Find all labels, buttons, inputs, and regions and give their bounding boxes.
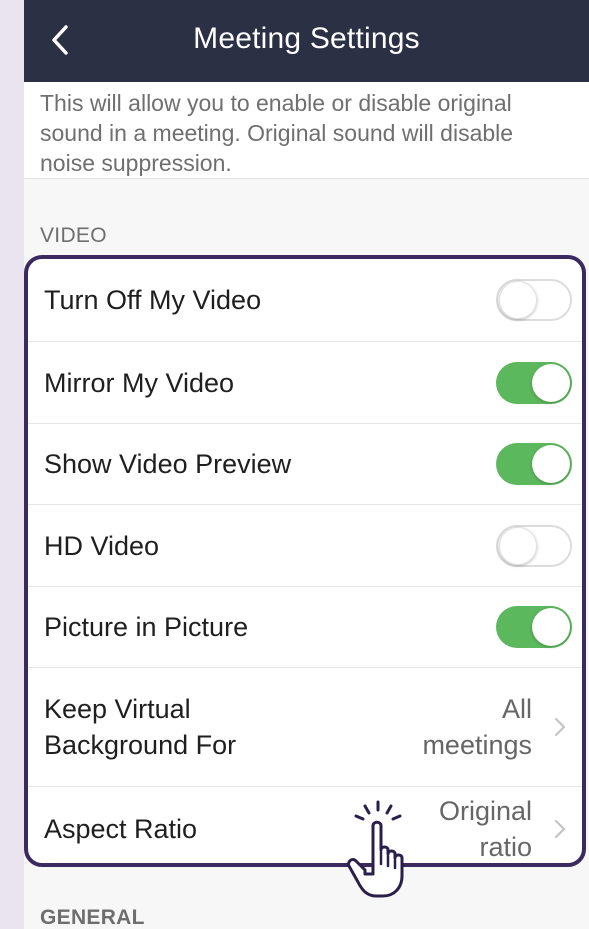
setting-label: Mirror My Video: [44, 367, 235, 398]
toggle-hd-video[interactable]: [496, 524, 572, 567]
setting-value: All meetings: [362, 691, 532, 763]
toggle-knob: [532, 445, 570, 483]
setting-label: Picture in Picture: [44, 612, 249, 642]
setting-row-aspect-ratio[interactable]: Aspect Ratio Original ratio: [28, 787, 582, 863]
toggle-turn-off-my-video[interactable]: [496, 279, 572, 321]
toggle-mirror-my-video[interactable]: [496, 361, 572, 404]
setting-value-line1: All: [501, 694, 532, 724]
setting-row-hd-video: HD Video: [28, 505, 582, 587]
toggle-knob: [532, 608, 570, 646]
setting-label: Turn Off My Video: [44, 285, 262, 315]
setting-label-line1: Keep Virtual: [44, 694, 191, 724]
setting-value-line2: meetings: [422, 730, 532, 760]
toggle-picture-in-picture[interactable]: [496, 606, 572, 648]
setting-row-keep-virtual-background[interactable]: Keep Virtual Background For All meetings: [28, 668, 582, 787]
description-text-box: This will allow you to enable or disable…: [24, 82, 589, 179]
phone-screen: Meeting Settings This will allow you to …: [24, 0, 589, 929]
chevron-right-icon: [554, 819, 566, 839]
setting-row-show-video-preview: Show Video Preview: [28, 424, 582, 505]
video-settings-card: Turn Off My Video Mirror My Video Show V…: [24, 255, 586, 867]
chevron-right-icon: [554, 717, 566, 737]
setting-label: Aspect Ratio: [44, 814, 198, 844]
section-header-general: GENERAL: [40, 906, 145, 929]
setting-row-mirror-my-video: Mirror My Video: [28, 342, 582, 424]
toggle-knob: [499, 281, 537, 319]
setting-label: HD Video: [44, 530, 160, 561]
setting-row-turn-off-my-video: Turn Off My Video: [28, 259, 582, 342]
toggle-knob: [532, 363, 570, 402]
setting-label: Show Video Preview: [44, 449, 292, 479]
setting-label-line2: Background For: [44, 730, 237, 760]
setting-row-picture-in-picture: Picture in Picture: [28, 587, 582, 668]
page-title: Meeting Settings: [193, 22, 420, 55]
toggle-show-video-preview[interactable]: [496, 443, 572, 485]
section-header-video: VIDEO: [40, 224, 107, 247]
toggle-knob: [499, 526, 537, 565]
setting-label: Keep Virtual Background For: [44, 691, 236, 763]
pointer-hand-icon: [347, 800, 404, 898]
top-bar: Meeting Settings: [24, 0, 589, 82]
description-text: This will allow you to enable or disable…: [40, 90, 514, 176]
